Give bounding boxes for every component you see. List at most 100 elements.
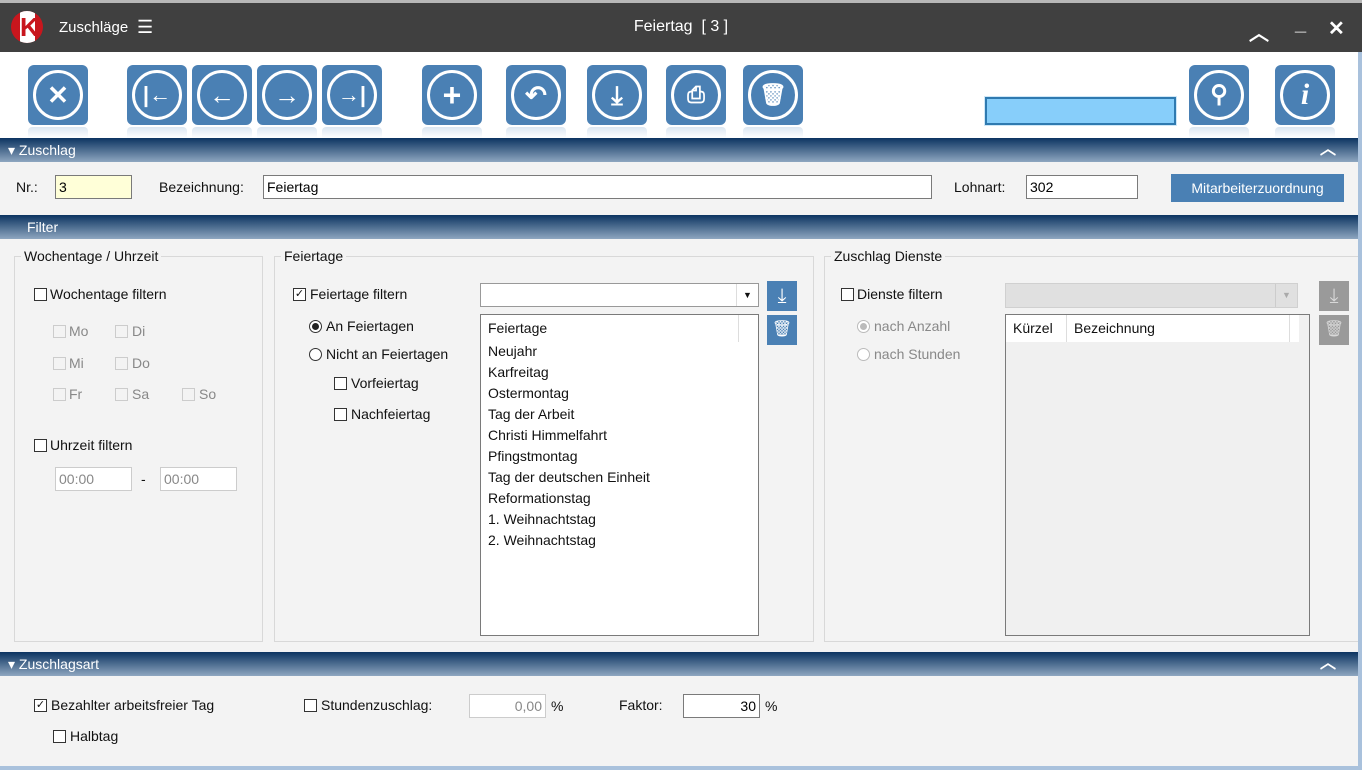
- arrow-right-icon: →: [262, 70, 312, 120]
- halbtag-checkbox[interactable]: [53, 730, 66, 743]
- download-icon: ⤓: [777, 285, 787, 307]
- time-to-field[interactable]: [160, 467, 237, 491]
- group-title: Wochentage / Uhrzeit: [21, 248, 162, 264]
- checkbox-fr[interactable]: [53, 388, 66, 401]
- time-from-field[interactable]: [55, 467, 132, 491]
- group-title: Feiertage: [281, 248, 347, 264]
- print-button[interactable]: ⎙: [666, 65, 726, 138]
- chevron-down-icon[interactable]: ▼: [736, 284, 758, 306]
- stundenzuschlag-field[interactable]: [469, 694, 546, 718]
- collapse-icon[interactable]: ︿: [1320, 652, 1336, 676]
- list-item[interactable]: Reformationstag: [488, 490, 591, 506]
- add-dienst-button[interactable]: ⤓: [1319, 281, 1349, 311]
- group-title: Zuschlag Dienste: [831, 248, 946, 264]
- delete-dienst-button[interactable]: 🗑: [1319, 315, 1349, 345]
- previous-record-button[interactable]: ←: [192, 65, 252, 138]
- nachfeiertag-checkbox[interactable]: [334, 408, 347, 421]
- feiertage-dropdown[interactable]: ▼: [480, 283, 759, 307]
- radio-nach-stunden[interactable]: [857, 348, 870, 361]
- chevron-down-icon[interactable]: ▼: [1275, 284, 1297, 307]
- toolbar: ✕ |← ← → →| + ↶ ⤓ ⎙ 🗑 ⚲ i: [0, 52, 1358, 138]
- vorfeiertag-checkbox[interactable]: [334, 377, 347, 390]
- bezahlt-label: Bezahlter arbeitsfreier Tag: [51, 697, 215, 713]
- nr-field[interactable]: [55, 175, 132, 199]
- radio-stunden-label: nach Stunden: [874, 346, 961, 362]
- checkbox-mo[interactable]: [53, 325, 66, 338]
- checkbox-do[interactable]: [115, 357, 128, 370]
- first-icon: |←: [132, 70, 182, 120]
- stundenzuschlag-label: Stundenzuschlag:: [321, 697, 433, 713]
- dienste-table[interactable]: Kürzel Bezeichnung: [1005, 314, 1310, 636]
- arrow-left-icon: ←: [197, 70, 247, 120]
- group-wochentage: Wochentage / Uhrzeit Wochentage filtern …: [14, 248, 263, 642]
- section-header-zuschlag[interactable]: ▾ Zuschlag ︿: [0, 138, 1358, 162]
- undo-button[interactable]: ↶: [506, 65, 566, 138]
- lohnart-field[interactable]: [1026, 175, 1138, 199]
- checkbox-di[interactable]: [115, 325, 128, 338]
- bezeichnung-field[interactable]: [263, 175, 932, 199]
- close-window-icon[interactable]: ✕: [1328, 16, 1345, 41]
- collapse-window-icon[interactable]: ︿: [1249, 17, 1269, 46]
- add-feiertag-button[interactable]: ⤓: [767, 281, 797, 311]
- list-item[interactable]: Karfreitag: [488, 364, 549, 380]
- download-icon: ⤓: [592, 70, 642, 120]
- dienste-dropdown[interactable]: ▼: [1005, 283, 1298, 308]
- checkbox-mi[interactable]: [53, 357, 66, 370]
- next-record-button[interactable]: →: [257, 65, 317, 138]
- last-icon: →|: [327, 70, 377, 120]
- delete-feiertag-button[interactable]: 🗑: [767, 315, 797, 345]
- feiertage-filter-label: Feiertage filtern: [310, 286, 408, 302]
- save-button[interactable]: ⤓: [587, 65, 647, 138]
- info-button[interactable]: i: [1275, 65, 1335, 138]
- list-header[interactable]: Feiertage: [481, 315, 739, 342]
- list-item[interactable]: Neujahr: [488, 343, 537, 359]
- faktor-field[interactable]: [683, 694, 760, 718]
- section-title: Filter: [27, 219, 59, 235]
- x-icon: ✕: [33, 70, 83, 120]
- radio-anzahl-label: nach Anzahl: [874, 318, 951, 334]
- delete-button[interactable]: 🗑: [743, 65, 803, 138]
- stundenzuschlag-checkbox[interactable]: [304, 699, 317, 712]
- collapse-icon[interactable]: ︿: [1320, 138, 1336, 162]
- radio-nicht-an-feiertagen[interactable]: [309, 348, 322, 361]
- info-icon: i: [1280, 70, 1330, 120]
- cancel-button[interactable]: ✕: [28, 65, 88, 138]
- title-bar: K Zuschläge ☰ Feiertag [ 3 ] ︿ _ ✕: [0, 3, 1362, 52]
- search-input[interactable]: [984, 96, 1177, 126]
- add-button[interactable]: +: [422, 65, 482, 138]
- list-item[interactable]: Tag der deutschen Einheit: [488, 469, 650, 485]
- mitarbeiterzuordnung-button[interactable]: Mitarbeiterzuordnung: [1171, 174, 1344, 202]
- lohnart-label: Lohnart:: [954, 179, 1006, 195]
- radio-an-feiertagen[interactable]: [309, 320, 322, 333]
- dienste-filter-checkbox[interactable]: [841, 288, 854, 301]
- checkbox-sa[interactable]: [115, 388, 128, 401]
- window-bottom-border: [0, 766, 1362, 770]
- bezahlt-checkbox[interactable]: ✓: [34, 699, 47, 712]
- list-item[interactable]: Pfingstmontag: [488, 448, 578, 464]
- group-feiertage: Feiertage ✓ Feiertage filtern ▼ ⤓ 🗑 An F…: [274, 248, 814, 642]
- minimize-window-icon[interactable]: _: [1295, 13, 1306, 36]
- list-item[interactable]: Christi Himmelfahrt: [488, 427, 607, 443]
- trash-icon: 🗑: [771, 321, 793, 338]
- section-header-filter: Filter: [0, 215, 1358, 239]
- faktor-label: Faktor:: [619, 697, 663, 713]
- list-item[interactable]: 2. Weihnachtstag: [488, 532, 596, 548]
- day-label: Do: [132, 355, 150, 371]
- checkbox-so[interactable]: [182, 388, 195, 401]
- radio-nach-anzahl[interactable]: [857, 320, 870, 333]
- last-record-button[interactable]: →|: [322, 65, 382, 138]
- column-header-kuerzel[interactable]: Kürzel: [1006, 315, 1067, 342]
- list-item[interactable]: Tag der Arbeit: [488, 406, 574, 422]
- table-header: Kürzel Bezeichnung: [1006, 315, 1299, 342]
- section-header-zuschlagsart[interactable]: ▾ Zuschlagsart ︿: [0, 652, 1358, 676]
- wochentage-filter-checkbox[interactable]: [34, 288, 47, 301]
- feiertage-filter-checkbox[interactable]: ✓: [293, 288, 306, 301]
- column-header-bezeichnung[interactable]: Bezeichnung: [1067, 315, 1290, 342]
- uhrzeit-filter-checkbox[interactable]: [34, 439, 47, 452]
- feiertage-list[interactable]: Feiertage Neujahr Karfreitag Ostermontag…: [480, 314, 759, 636]
- first-record-button[interactable]: |←: [127, 65, 187, 138]
- list-item[interactable]: 1. Weihnachtstag: [488, 511, 596, 527]
- search-button[interactable]: ⚲: [1189, 65, 1249, 138]
- time-separator: -: [141, 471, 146, 487]
- list-item[interactable]: Ostermontag: [488, 385, 569, 401]
